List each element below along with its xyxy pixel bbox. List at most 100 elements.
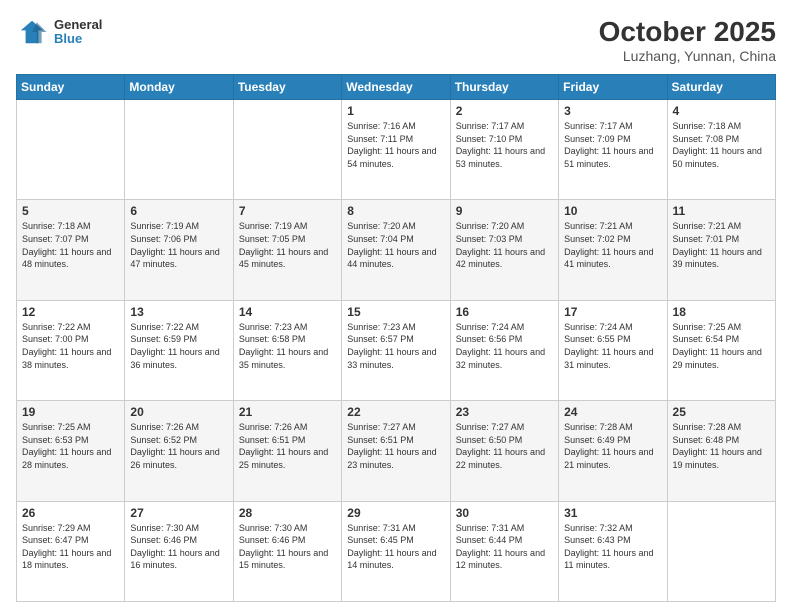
table-cell: 16Sunrise: 7:24 AM Sunset: 6:56 PM Dayli… [450,300,558,400]
calendar: Sunday Monday Tuesday Wednesday Thursday… [16,74,776,602]
page-title: October 2025 [599,16,776,48]
day-number: 29 [347,506,444,520]
table-cell: 1 Sunrise: 7:16 AM Sunset: 7:11 PM Daylig… [342,100,450,200]
day-number: 6 [130,204,227,218]
table-cell: 20 Sunrise: 7:26 AM Sunset: 6:52 PM Dayli… [125,401,233,501]
day-content: Sunrise: 7:19 AM Sunset: 7:05 PM Dayligh… [239,220,336,270]
day-number: 2 [456,104,553,118]
day-content: Sunrise: 7:28 AM Sunset: 6:48 PM Dayligh… [673,421,770,471]
day-number: 22 [347,405,444,419]
day-content: Sunrise: 7:18 AM Sunset: 7:08 PM Dayligh… [673,120,770,170]
table-cell [233,100,341,200]
day-number: 14 [239,305,336,319]
page-subtitle: Luzhang, Yunnan, China [599,48,776,64]
table-cell: 18 Sunrise: 7:25 AM Sunset: 6:54 PM Dayli… [667,300,775,400]
table-cell: 15 Sunrise: 7:23 AM Sunset: 6:57 PM Dayli… [342,300,450,400]
page: General Blue October 2025 Luzhang, Yunna… [0,0,792,612]
day-number: 20 [130,405,227,419]
week-row-1: 5Sunrise: 7:18 AM Sunset: 7:07 PM Daylig… [17,200,776,300]
col-sunday: Sunday [17,75,125,100]
col-wednesday: Wednesday [342,75,450,100]
day-content: Sunrise: 7:27 AM Sunset: 6:50 PM Dayligh… [456,421,553,471]
day-content: Sunrise: 7:17 AM Sunset: 7:10 PM Dayligh… [456,120,553,170]
day-number: 17 [564,305,661,319]
logo-text: General Blue [54,18,102,47]
week-row-4: 26 Sunrise: 7:29 AM Sunset: 6:47 PM Dayli… [17,501,776,601]
day-content: Sunrise: 7:25 AM Sunset: 6:53 PM Dayligh… [22,421,119,471]
table-cell: 11Sunrise: 7:21 AM Sunset: 7:01 PM Dayli… [667,200,775,300]
table-cell: 7Sunrise: 7:19 AM Sunset: 7:05 PM Daylig… [233,200,341,300]
day-content: Sunrise: 7:23 AM Sunset: 6:57 PM Dayligh… [347,321,444,371]
day-number: 19 [22,405,119,419]
logo-icon [16,16,48,48]
table-cell: 26 Sunrise: 7:29 AM Sunset: 6:47 PM Dayli… [17,501,125,601]
day-content: Sunrise: 7:27 AM Sunset: 6:51 PM Dayligh… [347,421,444,471]
table-cell: 22 Sunrise: 7:27 AM Sunset: 6:51 PM Dayli… [342,401,450,501]
day-content: Sunrise: 7:23 AM Sunset: 6:58 PM Dayligh… [239,321,336,371]
day-number: 10 [564,204,661,218]
table-cell: 9 Sunrise: 7:20 AM Sunset: 7:03 PM Daylig… [450,200,558,300]
table-cell [125,100,233,200]
day-number: 1 [347,104,444,118]
day-number: 9 [456,204,553,218]
day-content: Sunrise: 7:19 AM Sunset: 7:06 PM Dayligh… [130,220,227,270]
table-cell: 19 Sunrise: 7:25 AM Sunset: 6:53 PM Dayli… [17,401,125,501]
day-number: 25 [673,405,770,419]
day-content: Sunrise: 7:20 AM Sunset: 7:04 PM Dayligh… [347,220,444,270]
day-content: Sunrise: 7:24 AM Sunset: 6:55 PM Dayligh… [564,321,661,371]
day-content: Sunrise: 7:26 AM Sunset: 6:52 PM Dayligh… [130,421,227,471]
table-cell: 21Sunrise: 7:26 AM Sunset: 6:51 PM Dayli… [233,401,341,501]
logo-line2: Blue [54,32,102,46]
day-content: Sunrise: 7:30 AM Sunset: 6:46 PM Dayligh… [239,522,336,572]
table-cell: 14 Sunrise: 7:23 AM Sunset: 6:58 PM Dayli… [233,300,341,400]
table-cell [17,100,125,200]
day-content: Sunrise: 7:28 AM Sunset: 6:49 PM Dayligh… [564,421,661,471]
day-content: Sunrise: 7:31 AM Sunset: 6:44 PM Dayligh… [456,522,553,572]
day-number: 28 [239,506,336,520]
day-content: Sunrise: 7:21 AM Sunset: 7:02 PM Dayligh… [564,220,661,270]
table-cell: 30 Sunrise: 7:31 AM Sunset: 6:44 PM Dayli… [450,501,558,601]
day-number: 30 [456,506,553,520]
day-number: 13 [130,305,227,319]
day-number: 16 [456,305,553,319]
day-number: 31 [564,506,661,520]
table-cell: 13 Sunrise: 7:22 AM Sunset: 6:59 PM Dayli… [125,300,233,400]
table-cell: 8Sunrise: 7:20 AM Sunset: 7:04 PM Daylig… [342,200,450,300]
day-content: Sunrise: 7:30 AM Sunset: 6:46 PM Dayligh… [130,522,227,572]
table-cell: 17 Sunrise: 7:24 AM Sunset: 6:55 PM Dayli… [559,300,667,400]
table-cell: 27 Sunrise: 7:30 AM Sunset: 6:46 PM Dayli… [125,501,233,601]
day-number: 24 [564,405,661,419]
day-number: 26 [22,506,119,520]
table-cell: 25 Sunrise: 7:28 AM Sunset: 6:48 PM Dayli… [667,401,775,501]
day-number: 27 [130,506,227,520]
week-row-0: 1 Sunrise: 7:16 AM Sunset: 7:11 PM Daylig… [17,100,776,200]
day-content: Sunrise: 7:16 AM Sunset: 7:11 PM Dayligh… [347,120,444,170]
table-cell: 2 Sunrise: 7:17 AM Sunset: 7:10 PM Daylig… [450,100,558,200]
day-content: Sunrise: 7:31 AM Sunset: 6:45 PM Dayligh… [347,522,444,572]
table-cell: 12 Sunrise: 7:22 AM Sunset: 7:00 PM Dayli… [17,300,125,400]
day-number: 5 [22,204,119,218]
table-cell: 23 Sunrise: 7:27 AM Sunset: 6:50 PM Dayli… [450,401,558,501]
day-number: 18 [673,305,770,319]
day-number: 12 [22,305,119,319]
table-cell: 24 Sunrise: 7:28 AM Sunset: 6:49 PM Dayli… [559,401,667,501]
week-row-3: 19 Sunrise: 7:25 AM Sunset: 6:53 PM Dayli… [17,401,776,501]
col-friday: Friday [559,75,667,100]
day-content: Sunrise: 7:22 AM Sunset: 7:00 PM Dayligh… [22,321,119,371]
day-content: Sunrise: 7:26 AM Sunset: 6:51 PM Dayligh… [239,421,336,471]
day-number: 15 [347,305,444,319]
logo-line1: General [54,18,102,32]
table-cell: 31 Sunrise: 7:32 AM Sunset: 6:43 PM Dayli… [559,501,667,601]
day-content: Sunrise: 7:25 AM Sunset: 6:54 PM Dayligh… [673,321,770,371]
table-cell: 6 Sunrise: 7:19 AM Sunset: 7:06 PM Daylig… [125,200,233,300]
table-cell: 29 Sunrise: 7:31 AM Sunset: 6:45 PM Dayli… [342,501,450,601]
day-content: Sunrise: 7:22 AM Sunset: 6:59 PM Dayligh… [130,321,227,371]
day-content: Sunrise: 7:17 AM Sunset: 7:09 PM Dayligh… [564,120,661,170]
day-content: Sunrise: 7:32 AM Sunset: 6:43 PM Dayligh… [564,522,661,572]
day-number: 23 [456,405,553,419]
day-content: Sunrise: 7:20 AM Sunset: 7:03 PM Dayligh… [456,220,553,270]
table-cell [667,501,775,601]
week-row-2: 12 Sunrise: 7:22 AM Sunset: 7:00 PM Dayli… [17,300,776,400]
day-number: 3 [564,104,661,118]
day-content: Sunrise: 7:29 AM Sunset: 6:47 PM Dayligh… [22,522,119,572]
